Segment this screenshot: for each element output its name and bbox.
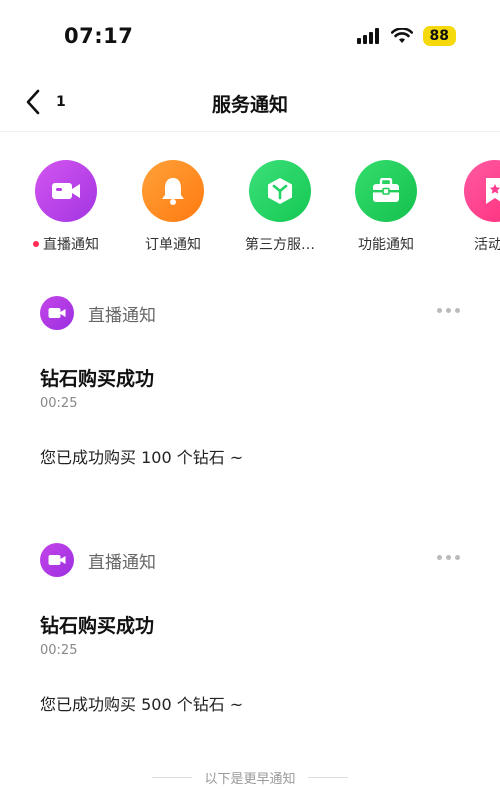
signal-icon bbox=[356, 28, 379, 44]
card-body: 您已成功购买 100 个钻石 ~ bbox=[40, 448, 244, 467]
more-options-icon[interactable] bbox=[437, 555, 460, 560]
nav-bar: 1 服务通知 bbox=[0, 72, 500, 132]
category-function[interactable]: 功能通知 bbox=[336, 160, 436, 254]
battery-indicator: 88 bbox=[422, 26, 456, 46]
card-time: 00:25 bbox=[40, 396, 78, 411]
category-label: 第三方服… bbox=[245, 237, 315, 253]
card-title: 钻石购买成功 bbox=[40, 368, 155, 390]
status-bar: 07:17 88 bbox=[0, 0, 500, 72]
card-title: 钻石购买成功 bbox=[40, 615, 155, 637]
star-bookmark-icon bbox=[464, 160, 500, 222]
card-header: 直播通知 bbox=[40, 543, 156, 577]
toolbox-icon bbox=[355, 160, 417, 222]
card-time: 00:25 bbox=[40, 643, 78, 658]
earlier-text: 以下是更早通知 bbox=[204, 772, 296, 787]
category-order[interactable]: 订单通知 bbox=[123, 160, 223, 254]
category-label: 订单通知 bbox=[145, 237, 201, 253]
wifi-icon bbox=[390, 28, 413, 43]
cube-icon bbox=[249, 160, 311, 222]
unread-dot bbox=[33, 241, 39, 247]
page-title: 服务通知 bbox=[211, 94, 288, 116]
status-time: 07:17 bbox=[64, 24, 134, 48]
earlier-divider: 以下是更早通知 bbox=[0, 768, 500, 787]
card-header: 直播通知 bbox=[40, 296, 156, 330]
card-body: 您已成功购买 500 个钻石 ~ bbox=[40, 695, 244, 714]
live-camera-icon bbox=[40, 296, 74, 330]
category-activity[interactable]: 活动通 bbox=[445, 160, 500, 254]
divider-line bbox=[307, 777, 348, 778]
live-camera-icon bbox=[40, 543, 74, 577]
live-camera-icon bbox=[35, 160, 97, 222]
category-live[interactable]: 直播通知 bbox=[16, 160, 116, 254]
bell-icon bbox=[142, 160, 204, 222]
category-label: 直播通知 bbox=[43, 237, 99, 253]
card-source: 直播通知 bbox=[88, 552, 156, 573]
more-options-icon[interactable] bbox=[437, 308, 460, 313]
notification-card[interactable]: 直播通知 钻石购买成功 00:25 您已成功购买 100 个钻石 ~ bbox=[0, 296, 500, 526]
category-label: 活动通 bbox=[474, 237, 500, 253]
divider-line bbox=[152, 777, 193, 778]
card-source: 直播通知 bbox=[88, 305, 156, 326]
category-label: 功能通知 bbox=[358, 237, 414, 253]
notification-card[interactable]: 直播通知 钻石购买成功 00:25 您已成功购买 500 个钻石 ~ bbox=[0, 543, 500, 773]
category-third-party[interactable]: 第三方服… bbox=[230, 160, 330, 254]
status-icons: 88 bbox=[356, 26, 456, 46]
category-row: 直播通知 订单通知 第三方服… 功能通知 活动 bbox=[0, 132, 500, 267]
